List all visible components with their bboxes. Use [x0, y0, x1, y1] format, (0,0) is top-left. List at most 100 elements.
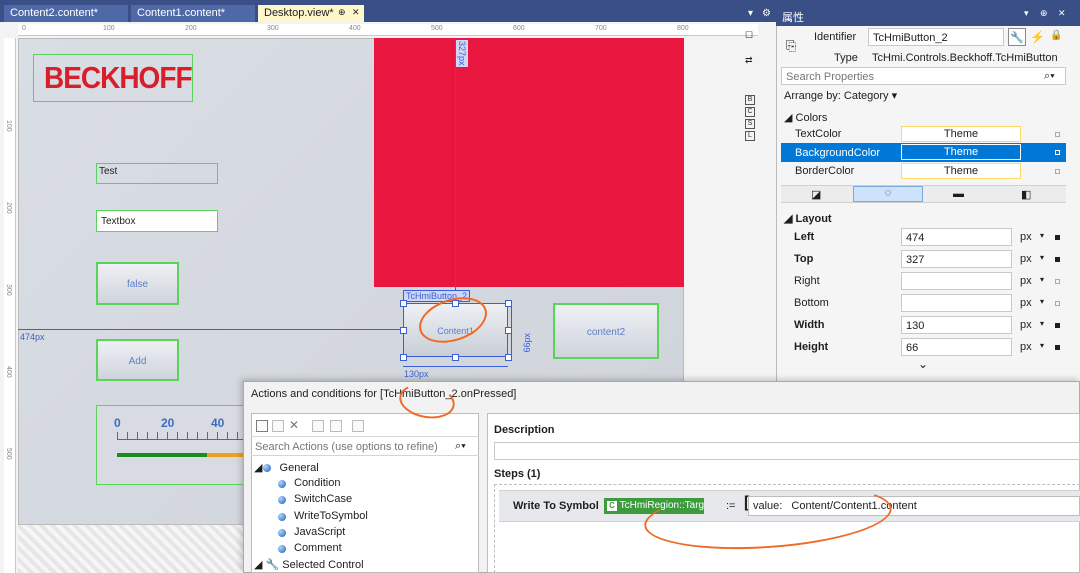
top-unit-select[interactable]: px [1020, 253, 1032, 265]
property-row-bottom[interactable]: Bottom px ▾ [781, 294, 1066, 313]
property-row-right[interactable]: Right px ▾ [781, 272, 1066, 291]
chevron-down-icon[interactable]: ▾ [1040, 231, 1044, 240]
action-icon [278, 513, 286, 521]
paste-icon[interactable] [330, 420, 342, 432]
edit-icon[interactable] [272, 420, 284, 432]
chevron-down-icon[interactable]: ▾ [1040, 341, 1044, 350]
resize-handle-nw[interactable] [400, 300, 407, 307]
property-marker[interactable] [1055, 132, 1060, 137]
chevron-down-icon[interactable]: ▾ [1040, 297, 1044, 306]
close-icon[interactable]: ✕ [352, 7, 360, 18]
height-dimension-line [511, 303, 512, 357]
property-marker[interactable] [1055, 323, 1060, 328]
property-row-height[interactable]: Height 66 px ▾ [781, 338, 1066, 357]
bottom-unit-select[interactable]: px [1020, 297, 1032, 309]
tab-content1[interactable]: Content1.content* [131, 5, 255, 22]
brush-icon[interactable]: ◪ [811, 188, 821, 201]
tree-item-writetosymbol[interactable]: WriteToSymbol [278, 510, 368, 522]
layout-section-header[interactable]: ◢ Layout [784, 212, 832, 225]
swap-icon[interactable]: ⇄ [745, 55, 753, 66]
new-action-icon[interactable] [256, 420, 268, 432]
expand-more-icon[interactable]: ⌄ [918, 357, 928, 371]
panel-view-icon[interactable]: ◧ [1021, 188, 1031, 201]
search-properties-field[interactable]: Search Properties ⌕▾ [781, 67, 1066, 85]
property-row-bordercolor[interactable]: BorderColor Theme [781, 162, 1066, 181]
property-row-left[interactable]: Left 474 px ▾ [781, 228, 1066, 247]
tree-item-selected-control[interactable]: ◢ 🔧 Selected Control [254, 558, 364, 571]
height-value-input[interactable]: 66 [901, 338, 1012, 356]
property-marker[interactable] [1055, 235, 1060, 240]
left-value-input[interactable]: 474 [901, 228, 1012, 246]
label-control[interactable]: Test [96, 163, 218, 184]
tool-s-icon[interactable]: S [745, 119, 755, 129]
property-marker[interactable] [1055, 257, 1060, 262]
copy-icon[interactable] [312, 420, 324, 432]
tool-l-icon[interactable]: L [745, 131, 755, 141]
close-icon[interactable]: ✕ [1058, 8, 1066, 19]
delete-icon[interactable]: ✕ [289, 418, 299, 432]
tree-item-javascript[interactable]: JavaScript [278, 526, 345, 538]
property-marker[interactable] [1055, 301, 1060, 306]
pin-icon[interactable]: ⊕ [338, 7, 346, 18]
content2-button-control[interactable]: content2 [553, 303, 659, 359]
tool-b-icon[interactable]: B [745, 95, 755, 105]
tree-item-switchcase[interactable]: SwitchCase [278, 493, 352, 505]
left-unit-select[interactable]: px [1020, 231, 1032, 243]
top-dimension-label: 327px [456, 40, 468, 67]
bordercolor-value[interactable]: Theme [901, 163, 1021, 179]
width-value-input[interactable]: 130 [901, 316, 1012, 334]
tree-item-comment[interactable]: Comment [278, 542, 342, 554]
identifier-input[interactable]: TcHmiButton_2 [868, 28, 1004, 46]
property-marker[interactable] [1055, 345, 1060, 350]
resize-handle-w[interactable] [400, 327, 407, 334]
textcolor-value[interactable]: Theme [901, 126, 1021, 142]
property-row-backgroundcolor[interactable]: BackgroundColor Theme [781, 143, 1066, 162]
type-value: TcHmi.Controls.Beckhoff.TcHmiButton [872, 52, 1058, 64]
description-input[interactable] [494, 442, 1080, 460]
pin-icon[interactable]: ⊕ [1040, 8, 1048, 19]
collapse-icon[interactable]: ☐ [745, 30, 753, 41]
chevron-down-icon[interactable]: ▾ [1040, 319, 1044, 328]
textbox-control[interactable]: Textbox [96, 210, 218, 232]
chevron-down-icon[interactable]: ▾ [1040, 275, 1044, 284]
toggle-button-control[interactable]: false [96, 262, 179, 305]
property-marker[interactable] [1055, 150, 1060, 155]
resize-handle-sw[interactable] [400, 354, 407, 361]
colors-section-header[interactable]: ◢ Colors [784, 111, 827, 124]
wrench-icon[interactable]: 🔧 [1008, 28, 1026, 46]
backgroundcolor-value[interactable]: Theme [901, 144, 1021, 160]
lock-icon[interactable]: 🔒 [1050, 30, 1062, 41]
expand-icon: ◢ [784, 112, 793, 124]
gear-icon[interactable]: ⚙ [762, 8, 771, 19]
chevron-down-icon[interactable]: ▾ [1040, 253, 1044, 262]
width-unit-select[interactable]: px [1020, 319, 1032, 331]
top-guide-line [455, 38, 456, 300]
tree-item-general[interactable]: ◢ General [254, 461, 319, 474]
bottom-value-input[interactable] [901, 294, 1012, 312]
event-lightning-icon[interactable]: ⚡ [1030, 30, 1045, 44]
property-row-textcolor[interactable]: TextColor Theme [781, 125, 1066, 144]
property-row-width[interactable]: Width 130 px ▾ [781, 316, 1066, 335]
property-marker[interactable] [1055, 169, 1060, 174]
property-marker[interactable] [1055, 279, 1060, 284]
resize-handle-s[interactable] [452, 354, 459, 361]
tree-item-condition[interactable]: Condition [278, 477, 340, 489]
right-unit-select[interactable]: px [1020, 275, 1032, 287]
ruler-vertical: 100 200 300 400 500 [4, 38, 16, 573]
tab-dropdown-icon[interactable]: ▾ [748, 8, 753, 19]
tab-content2[interactable]: Content2.content* [4, 5, 128, 22]
red-rectangle-control[interactable] [374, 38, 684, 287]
top-value-input[interactable]: 327 [901, 250, 1012, 268]
search-actions-field[interactable]: Search Actions (use options to refine) ⌕… [251, 436, 479, 456]
layout-view-icon[interactable]: ▬ [953, 188, 964, 200]
add-button-control[interactable]: Add [96, 339, 179, 381]
dropdown-icon[interactable]: ▾ [1024, 8, 1029, 19]
theme-view-icon[interactable]: ◌ [853, 186, 923, 202]
arrange-by-dropdown[interactable]: Arrange by: Category ▾ [784, 89, 897, 102]
tab-desktop-view[interactable]: Desktop.view* ⊕ ✕ [258, 5, 364, 22]
tool-c-icon[interactable]: C [745, 107, 755, 117]
height-unit-select[interactable]: px [1020, 341, 1032, 353]
duplicate-icon[interactable] [352, 420, 364, 432]
property-row-top[interactable]: Top 327 px ▾ [781, 250, 1066, 269]
right-value-input[interactable] [901, 272, 1012, 290]
